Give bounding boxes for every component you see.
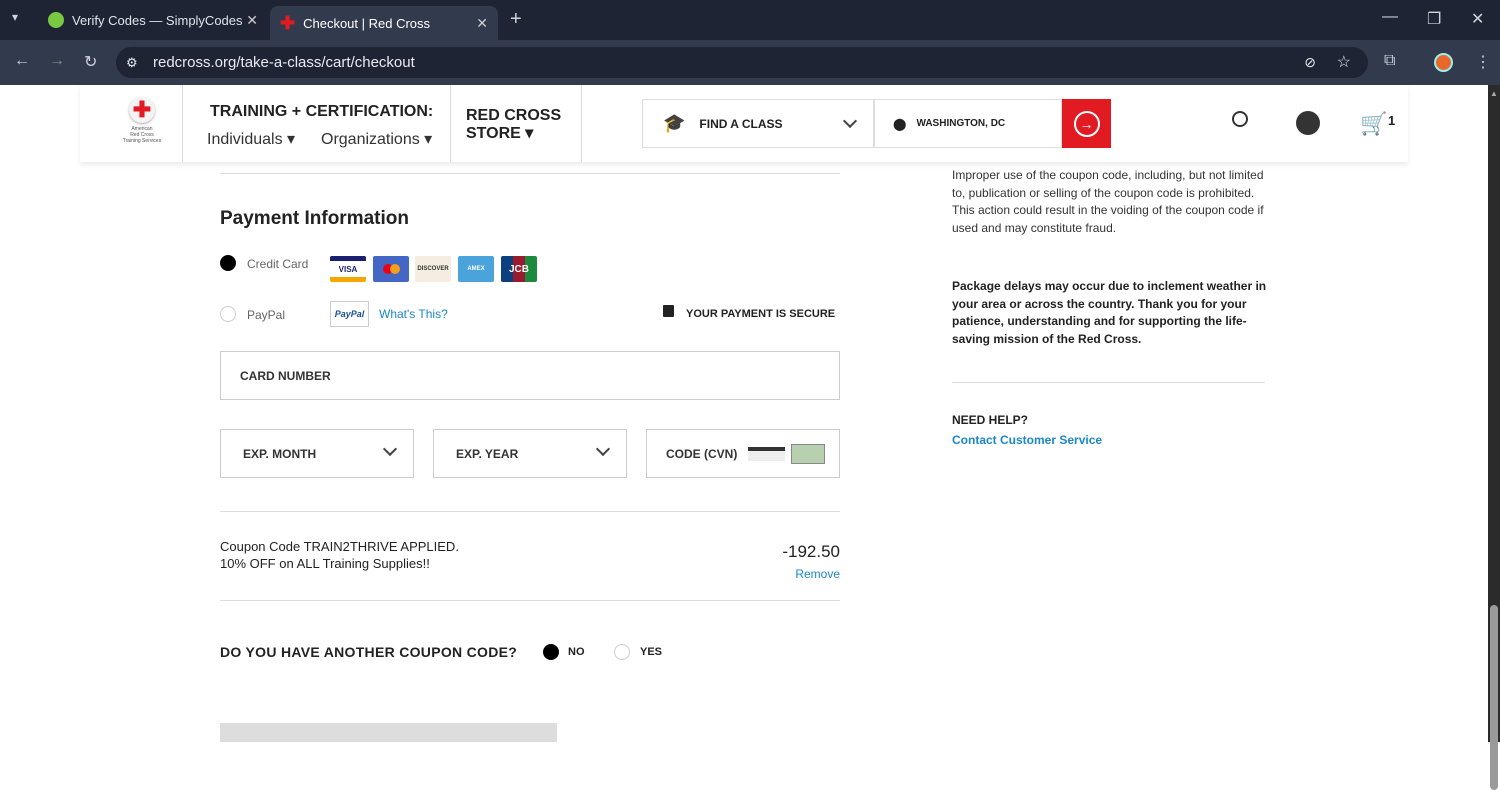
exp-year-select[interactable]: EXP. YEAR (433, 429, 627, 478)
tab-simplycodes[interactable]: Verify Codes — SimplyCodes ✕ (38, 6, 268, 34)
submit-button[interactable] (220, 723, 557, 742)
help-title: NEED HELP? (952, 413, 1029, 427)
cart-count: 1 (1388, 113, 1396, 128)
paypal-logo: PayPal (330, 301, 369, 327)
yes-label: YES (640, 646, 663, 658)
coupon-description: 10% OFF on ALL Training Supplies!! (220, 556, 430, 571)
extensions-icon[interactable]: ⧉ (1384, 52, 1395, 70)
search-icon[interactable] (1232, 111, 1248, 127)
back-button[interactable]: ← (14, 52, 30, 70)
mastercard-icon (373, 256, 409, 282)
store-menu[interactable]: RED CROSS STORE ▾ (466, 107, 561, 143)
cart-icon[interactable]: 🛒 (1360, 111, 1387, 137)
tab-search-button[interactable]: ▾ (12, 10, 18, 24)
simplycodes-favicon-icon (48, 12, 64, 28)
menu-icon[interactable]: ⋮ (1475, 52, 1491, 72)
individuals-menu[interactable]: Individuals ▾ (207, 129, 295, 149)
tab-title: Checkout | Red Cross (303, 15, 431, 31)
organizations-menu[interactable]: Organizations ▾ (321, 129, 432, 149)
payment-title: Payment Information (220, 208, 409, 229)
forward-button[interactable]: → (49, 52, 65, 70)
delay-notice: Package delays may occur due to inclemen… (952, 279, 1267, 346)
card-front-icon (791, 444, 825, 464)
coupon-applied-text: Coupon Code TRAIN2THRIVE APPLIED. (220, 539, 459, 554)
redcross-favicon-icon: ✚ (280, 12, 296, 33)
card-number-input[interactable]: CARD NUMBER (220, 351, 840, 400)
location-pin-icon: ⬤ (893, 116, 907, 131)
maximize-button[interactable]: ❐ (1427, 9, 1441, 29)
new-tab-button[interactable]: + (510, 8, 522, 31)
secure-label: YOUR PAYMENT IS SECURE (686, 308, 836, 320)
site-header: ✚ American Red Cross Training Services TRA… (80, 85, 1408, 162)
find-class-dropdown[interactable]: 🎓 FIND A CLASS (642, 99, 874, 148)
account-icon[interactable] (1296, 111, 1320, 135)
paypal-label: PayPal (247, 308, 286, 322)
site-info-icon[interactable]: ⚙ (126, 47, 138, 78)
scroll-thumb[interactable] (1490, 605, 1498, 790)
another-coupon-question: DO YOU HAVE ANOTHER COUPON CODE? (220, 644, 518, 660)
close-tab-icon[interactable]: ✕ (246, 12, 258, 29)
paypal-radio[interactable] (220, 306, 236, 322)
tab-redcross[interactable]: ✚ Checkout | Red Cross ✕ (270, 6, 498, 40)
visa-icon: VISA (330, 256, 366, 282)
location-input[interactable]: ⬤ WASHINGTON, DC (874, 99, 1062, 148)
bookmark-star-icon[interactable]: ☆ (1337, 47, 1351, 78)
lock-icon (663, 305, 674, 317)
coupon-amount: -192.50 (782, 542, 840, 561)
reload-button[interactable]: ↻ (84, 52, 97, 72)
close-tab-icon[interactable]: ✕ (476, 15, 488, 32)
coupon-yes-radio[interactable] (614, 644, 630, 660)
graduation-cap-icon: 🎓 (663, 113, 686, 133)
exp-month-select[interactable]: EXP. MONTH (220, 429, 414, 478)
arrow-right-icon: → (1073, 110, 1100, 137)
card-back-icon (748, 447, 785, 461)
contact-link[interactable]: Contact Customer Service (952, 433, 1102, 447)
credit-card-radio[interactable] (220, 255, 236, 271)
minimize-button[interactable]: — (1382, 8, 1398, 26)
coupon-no-radio[interactable] (543, 644, 559, 660)
no-label: NO (568, 646, 585, 658)
scrollbar[interactable]: ▲ (1488, 85, 1500, 790)
cvn-input[interactable]: CODE (CVN) (646, 429, 840, 478)
search-class-button[interactable]: → (1062, 99, 1111, 148)
tab-title: Verify Codes — SimplyCodes (72, 12, 243, 28)
remove-coupon-link[interactable]: Remove (795, 567, 840, 581)
tab-bar: ▾ Verify Codes — SimplyCodes ✕ ✚ Checkout… (0, 0, 1500, 40)
training-title: TRAINING + CERTIFICATION: (210, 103, 434, 120)
discover-icon: DISCOVER (415, 256, 451, 282)
credit-card-label: Credit Card (247, 257, 309, 271)
amex-icon: AMEX (458, 256, 494, 282)
close-window-button[interactable]: ✕ (1471, 9, 1484, 29)
address-bar-row: ← → ↻ ⚙ redcross.org/take-a-class/cart/ch… (0, 40, 1500, 85)
url-input[interactable]: ⚙ redcross.org/take-a-class/cart/checkout… (116, 47, 1368, 78)
profile-avatar[interactable] (1434, 53, 1453, 72)
url-text: redcross.org/take-a-class/cart/checkout (153, 54, 415, 71)
jcb-icon: JCB (501, 256, 537, 282)
redcross-logo[interactable]: ✚ American Red Cross Training Services (122, 97, 162, 144)
coupon-notice: Improper use of the coupon code, includi… (952, 168, 1264, 235)
tracking-off-icon[interactable]: ⊘ (1304, 47, 1316, 78)
whats-this-link[interactable]: What's This? (379, 307, 448, 321)
